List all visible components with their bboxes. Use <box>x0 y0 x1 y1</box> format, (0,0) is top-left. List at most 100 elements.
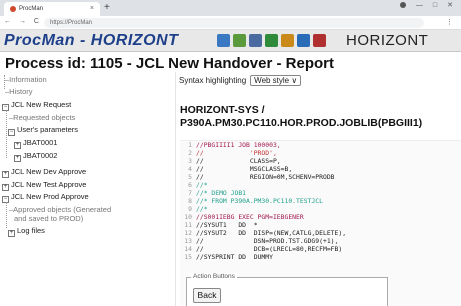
screen-icon[interactable] <box>217 34 230 47</box>
line-number: 1 <box>188 141 192 149</box>
sidebar-item-label: History <box>9 87 33 96</box>
expand-icon[interactable]: + <box>2 171 9 178</box>
code-line: 8 //* FROM P390A.PM30.PC110.TESTJCL <box>180 197 461 205</box>
syntax-style-select[interactable]: Web style ∨ <box>250 75 302 86</box>
window-controls: — □ ✕ <box>399 1 453 9</box>
print-icon[interactable] <box>249 34 262 47</box>
browser-tab[interactable]: ProcMan × <box>4 2 100 16</box>
sidebar-item-jbat0001[interactable]: + JBAT0001 <box>14 138 57 149</box>
close-window-button[interactable]: ✕ <box>447 1 453 9</box>
line-number: 11 <box>184 221 192 229</box>
sidebar-item-jcl-new-request[interactable]: − JCL New Request <box>2 100 71 111</box>
code-text: //S001IEBG EXEC PGM=IEBGENER <box>196 213 304 221</box>
user-icon[interactable] <box>313 34 326 47</box>
code-text: // 'PROD', <box>196 149 277 157</box>
expand-icon[interactable]: + <box>2 184 9 191</box>
code-line: 11 //SYSUT1 DD * <box>180 221 461 229</box>
tree-line <box>6 110 7 158</box>
address-bar: ← → C https://ProcMan ⋮ <box>0 16 461 30</box>
dataset-system: HORIZONT-SYS / <box>180 104 265 116</box>
line-number: 2 <box>188 149 192 157</box>
car-icon[interactable] <box>265 34 278 47</box>
expand-icon[interactable]: + <box>14 142 21 149</box>
maximize-button[interactable]: □ <box>433 2 437 9</box>
line-number: 5 <box>188 173 192 181</box>
sidebar-item-label: JCL New Test Approve <box>11 180 87 189</box>
code-line: 15 //SYSPRINT DD DUMMY <box>180 253 461 261</box>
expand-icon[interactable]: + <box>8 230 15 237</box>
code-text: //* DEMO JOB1 <box>196 189 247 197</box>
tab-title: ProcMan <box>19 6 44 12</box>
code-line: 6 //* <box>180 181 461 189</box>
line-number: 4 <box>188 165 192 173</box>
code-line: 3 // CLASS=P, <box>180 157 461 165</box>
sidebar-item-users-parameters[interactable]: − User's parameters <box>8 125 78 136</box>
back-button[interactable]: Back <box>193 288 221 303</box>
line-number: 7 <box>188 189 192 197</box>
sidebar-item-jcl-new-dev-approve[interactable]: + JCL New Dev Approve <box>2 167 86 178</box>
collapse-icon[interactable]: − <box>8 129 15 136</box>
code-text: //SYSUT1 DD * <box>196 221 258 229</box>
syntax-highlighting-label: Syntax highlighting <box>179 76 247 85</box>
code-text: //* FROM P390A.PM30.PC110.TESTJCL <box>196 197 323 205</box>
nav-buttons[interactable]: ← → C <box>4 18 42 25</box>
line-number: 6 <box>188 181 192 189</box>
brand-logo: HORIZONT <box>346 32 429 49</box>
home-icon[interactable] <box>281 34 294 47</box>
browser-menu-icon[interactable]: ⋮ <box>446 18 453 26</box>
sidebar-item-label: Requested objects <box>13 113 76 122</box>
app-header: ProcMan - HORIZONT HORIZONT <box>0 30 461 52</box>
code-text: // REGION=0M,SCHENV=PRODB <box>196 173 335 181</box>
line-number: 3 <box>188 157 192 165</box>
code-text: //SYSPRINT DD DUMMY <box>196 253 273 261</box>
globe-icon[interactable] <box>297 34 310 47</box>
expand-icon[interactable]: + <box>14 155 21 162</box>
sidebar-item-label: JBAT0001 <box>23 138 58 147</box>
sidebar-item-requested-objects[interactable]: –Requested objects <box>9 113 75 122</box>
sidebar-item-jcl-new-prod-approve[interactable]: − JCL New Prod Approve <box>2 192 89 203</box>
url-field[interactable]: https://ProcMan <box>44 18 424 28</box>
line-number: 10 <box>184 213 192 221</box>
line-number: 14 <box>184 245 192 253</box>
sidebar-item-label: Log files <box>17 226 45 235</box>
toolbar-icons <box>217 34 326 47</box>
tab-close-icon[interactable]: × <box>90 5 94 12</box>
dataset-name: P390A.PM30.PC110.HOR.PROD.JOBLIB(PBGIII1… <box>180 117 423 129</box>
sidebar-item-log-files[interactable]: + Log files <box>8 226 45 237</box>
sidebar-item-approved-objects[interactable]: –Approved objects (Generated <box>9 205 111 214</box>
line-number: 9 <box>188 205 192 213</box>
sidebar-item-approved-objects-cont[interactable]: and saved to PROD) <box>14 214 83 223</box>
code-line: 12 //SYSUT2 DD DISP=(NEW,CATLG,DELETE), <box>180 229 461 237</box>
profile-icon[interactable] <box>399 2 406 8</box>
sidebar-item-label: JCL New Prod Approve <box>11 192 89 201</box>
action-buttons-box: Action Buttons Back <box>186 273 388 306</box>
code-text: //* <box>196 181 208 189</box>
code-text: //* <box>196 205 208 213</box>
sidebar-item-label: Information <box>9 75 47 84</box>
sidebar-item-jcl-new-test-approve[interactable]: + JCL New Test Approve <box>2 180 86 191</box>
action-buttons-legend: Action Buttons <box>191 273 237 280</box>
sidebar-item-label: User's parameters <box>17 125 79 134</box>
code-line: 10 //S001IEBG EXEC PGM=IEBGENER <box>180 213 461 221</box>
browser-tab-bar: ProcMan × + — □ ✕ <box>0 0 461 16</box>
app-title: ProcMan - HORIZONT <box>4 32 179 49</box>
new-tab-button[interactable]: + <box>104 2 110 14</box>
sidebar: –Information –History − JCL New Request –… <box>0 72 176 306</box>
sidebar-item-jbat0002[interactable]: + JBAT0002 <box>14 151 57 162</box>
code-line: 7 //* DEMO JOB1 <box>180 189 461 197</box>
code-line: 14 // DCB=(LRECL=80,RECFM=FB) <box>180 245 461 253</box>
sidebar-item-information[interactable]: –Information <box>5 75 47 84</box>
sidebar-item-history[interactable]: –History <box>5 87 33 96</box>
grid-icon[interactable] <box>233 34 246 47</box>
line-number: 12 <box>184 229 192 237</box>
code-text: // CLASS=P, <box>196 157 281 165</box>
code-text: //PBGIIII1 JOB 100003, <box>196 141 281 149</box>
line-number: 15 <box>184 253 192 261</box>
sidebar-item-label: Approved objects (Generated <box>13 205 112 214</box>
code-line: 2 // 'PROD', <box>180 149 461 157</box>
tree-line <box>6 202 7 228</box>
syntax-highlighting-row: Syntax highlighting Web style ∨ <box>179 75 302 86</box>
code-line: 4 // MSGCLASS=B, <box>180 165 461 173</box>
sidebar-item-label: and saved to PROD) <box>14 214 84 223</box>
minimize-button[interactable]: — <box>416 2 423 9</box>
